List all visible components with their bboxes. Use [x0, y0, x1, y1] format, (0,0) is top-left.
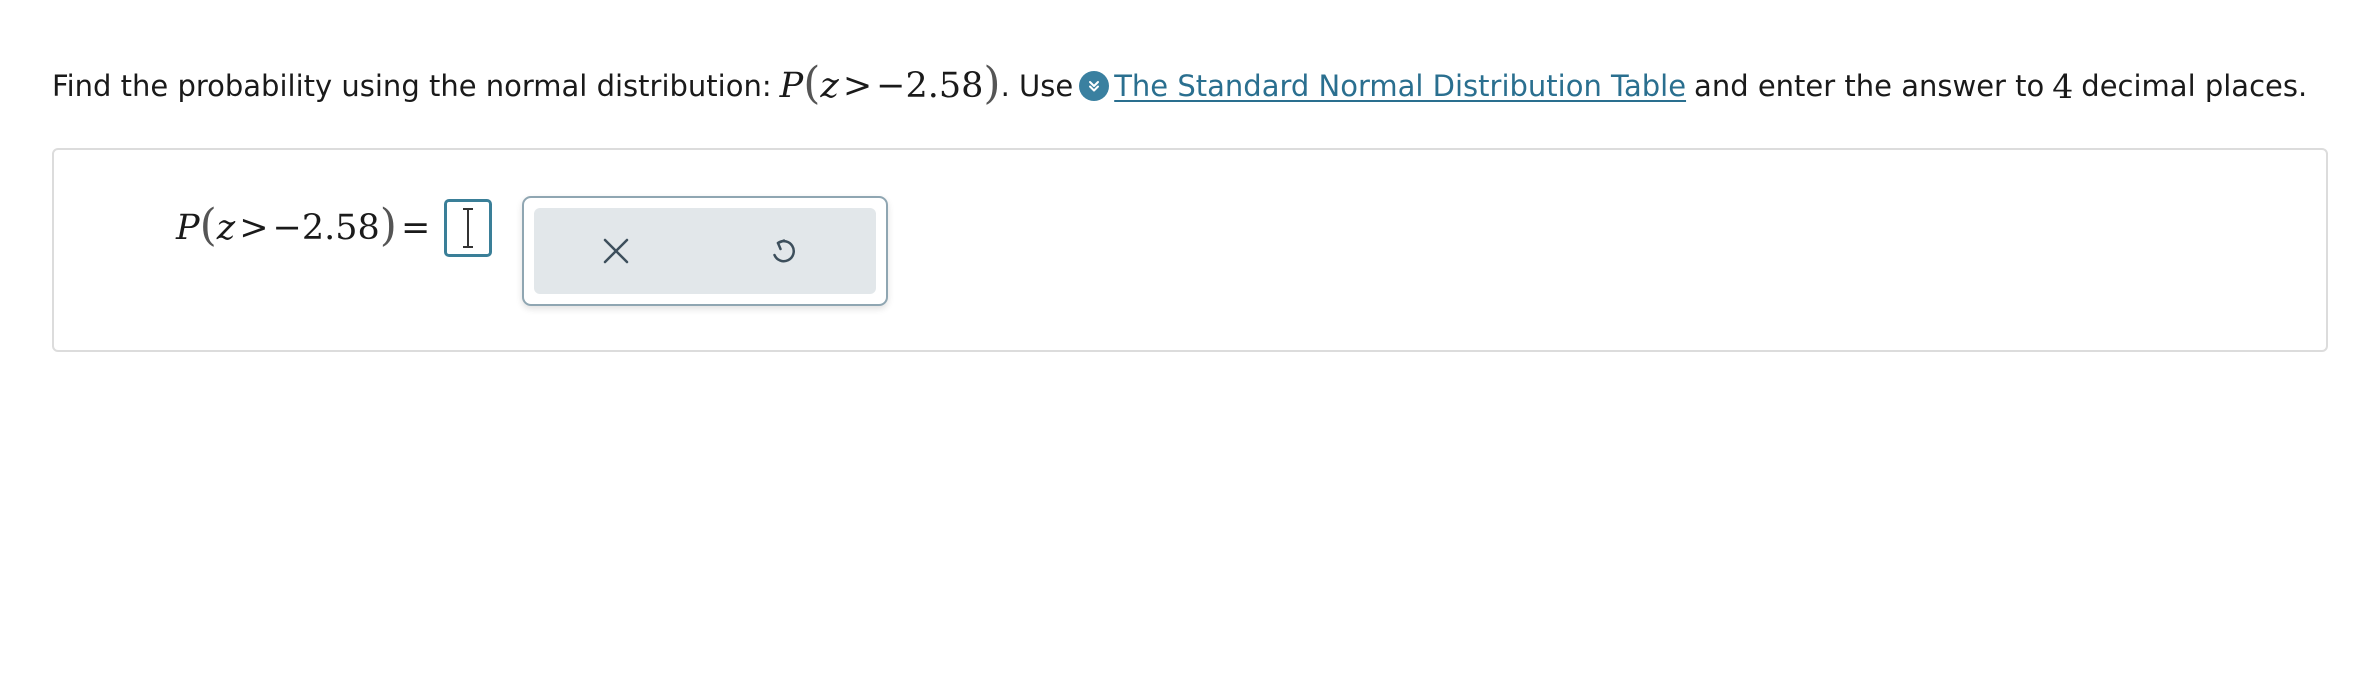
question-suffix: decimal places. [2081, 69, 2308, 103]
question-text: Find the probability using the normal di… [52, 56, 2307, 116]
equals-sign: = [400, 208, 431, 248]
decimal-places-number: 4 [2052, 66, 2074, 106]
minus-sign: − [272, 208, 302, 248]
answer-equation: P ( z > − 2.58 ) = [176, 196, 493, 260]
question-use-text: . Use [1000, 69, 1074, 103]
answer-toolbar [534, 208, 876, 294]
text-cursor-icon [463, 208, 474, 248]
gt-operator: > [842, 66, 873, 106]
answer-input[interactable] [444, 199, 493, 257]
z-value: 2.58 [301, 208, 380, 248]
expand-document-icon[interactable] [1079, 71, 1110, 101]
z-value: 2.58 [905, 66, 984, 106]
minus-sign: − [876, 66, 906, 106]
normal-table-link[interactable]: The Standard Normal Distribution Table [1114, 69, 1686, 103]
undo-button[interactable] [760, 228, 806, 274]
gt-operator: > [239, 208, 269, 248]
question-prefix: Find the probability using the normal di… [52, 69, 772, 103]
undo-icon [773, 239, 795, 263]
clear-button[interactable] [593, 228, 639, 274]
x-icon [603, 238, 629, 264]
answer-tools-panel [522, 196, 888, 306]
z-variable: z [216, 208, 236, 248]
question-middle: and enter the answer to [1694, 69, 2045, 103]
z-variable: z [820, 66, 839, 106]
prob-symbol: P [779, 66, 804, 106]
question-expression: P ( z > − 2.58 ) [779, 58, 1001, 109]
prob-symbol: P [176, 208, 200, 248]
